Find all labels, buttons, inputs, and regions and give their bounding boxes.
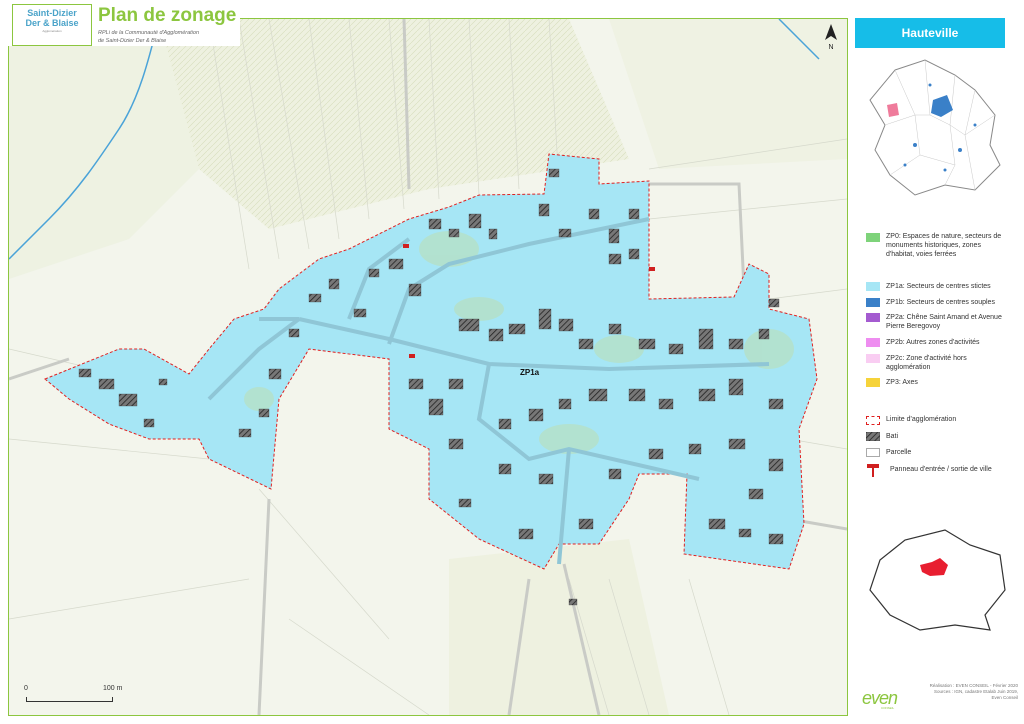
- logo-line1: Saint-Dizier: [27, 8, 77, 18]
- legend-label-zp2a: ZP2a: Chêne Saint Amand et Avenue Pierre…: [886, 314, 1002, 330]
- subtitle-line1: RPLi de la Communauté d'Agglomération: [98, 30, 200, 36]
- legend-label-zp2c: ZP2c: Zone d'activité hors agglomération: [886, 355, 967, 371]
- legend-label-boundary: Limite d'agglomération: [886, 416, 957, 423]
- north-arrow-icon: N: [825, 24, 837, 50]
- legend-label-zp0: ZP0: Espaces de nature, secteurs de monu…: [886, 233, 1002, 258]
- credits-line3: Even Conseil: [991, 695, 1018, 700]
- zone-label-zp1a: ZP1a: [520, 368, 540, 377]
- north-label: N: [828, 44, 833, 50]
- legend-label-bati: Bati: [886, 433, 899, 440]
- scale-bar: [26, 697, 113, 702]
- logo-line3: Agglomération: [42, 29, 62, 33]
- agglomeration-boundary-icon: [866, 416, 880, 425]
- logo-line2: Der & Blaise: [25, 18, 79, 28]
- legend-swatch-zp0: [866, 233, 880, 242]
- legend-swatch-zp2a: [866, 313, 880, 322]
- map-canvas: [9, 19, 847, 715]
- entry-sign-icon: [867, 464, 879, 477]
- subtitle-line2: de Saint-Dizier Der & Blaise: [98, 38, 167, 44]
- agglomeration-logo[interactable]: Saint-Dizier Der & Blaise Agglomération: [12, 4, 92, 46]
- hatched-building-icon: [866, 432, 880, 441]
- parcel-outline-icon: [866, 448, 880, 457]
- legend-swatch-zp2b: [866, 338, 880, 347]
- zoning-map[interactable]: [8, 18, 848, 716]
- legend-swatch-zp1b: [866, 298, 880, 307]
- legend-label-zp3: ZP3: Axes: [886, 379, 918, 386]
- department-locator-map: [869, 59, 1001, 196]
- legend-label-parcel: Parcelle: [886, 449, 912, 456]
- legend-swatch-zp2c: [866, 354, 880, 363]
- commune-title: Hauteville: [855, 18, 1005, 48]
- page-title: Plan de zonage: [98, 5, 237, 26]
- legend-label-zp1a: ZP1a: Secteurs de centres stictes: [886, 283, 991, 290]
- commune-locator-map: [869, 529, 1006, 631]
- scale-end-label: 100 m: [103, 685, 123, 692]
- legend-label-entry-sign: Panneau d'entrée / sortie de ville: [890, 466, 992, 473]
- legend-swatch-zp3: [866, 378, 880, 387]
- credits-text: Réalisation : EVEN CONSEIL - Février 202…: [900, 683, 1018, 701]
- title-panel: Saint-Dizier Der & Blaise Agglomération …: [8, 2, 240, 46]
- legend-swatch-zp1a: [866, 282, 880, 291]
- even-conseil-tag: CONSEIL: [881, 706, 895, 710]
- legend-label-zp2b: ZP2b: Autres zones d'activités: [886, 339, 980, 346]
- scale-start-label: 0: [24, 685, 28, 692]
- legend-label-zp1b: ZP1b: Secteurs de centres souples: [886, 299, 995, 306]
